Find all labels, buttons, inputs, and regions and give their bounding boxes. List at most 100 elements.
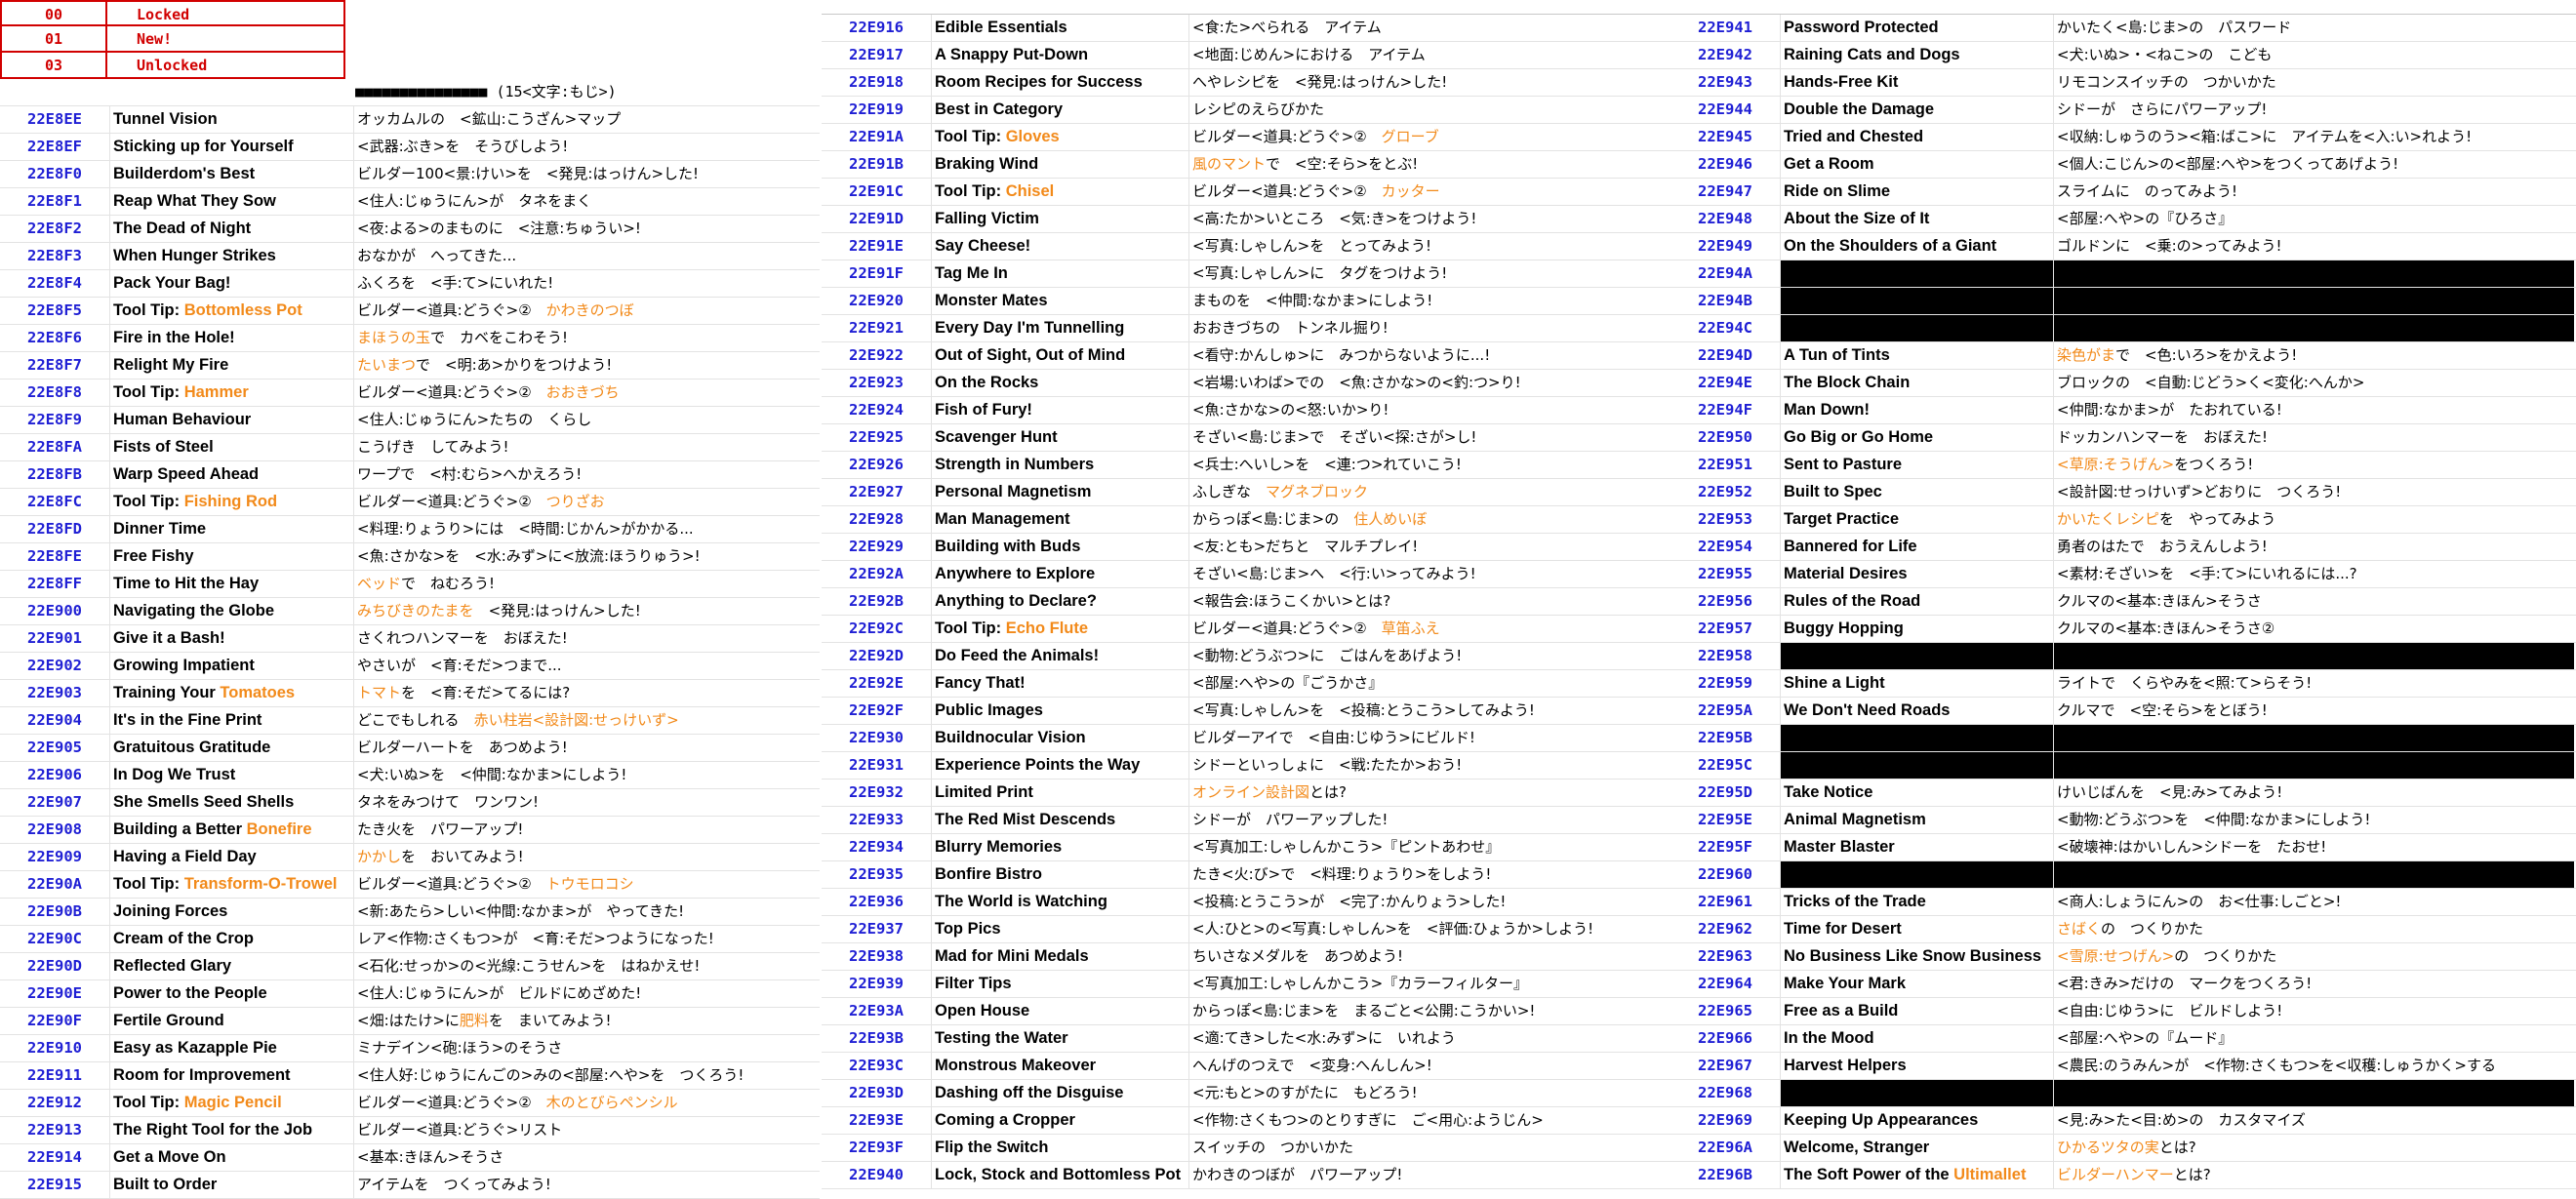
table-row[interactable]: 22E92F Public Images <写真:しゃしん>を <投稿:とうこう>し…: [822, 698, 1670, 725]
table-row[interactable]: 22E949 On the Shoulders of a Giant ゴルドンに <…: [1670, 233, 2576, 260]
table-row[interactable]: 22E91D Falling Victim <高:たか>いところ <気:き>をつけよ…: [822, 206, 1670, 233]
table-row[interactable]: 22E8FA Fists of Steel こうげき してみよう!: [0, 434, 820, 461]
table-row[interactable]: 22E920 Monster Mates まものを <仲間:なかま>にしよう!: [822, 288, 1670, 315]
table-row[interactable]: 22E956 Rules of the Road クルマの<基本:きほん>そうさ: [1670, 588, 2576, 616]
table-row[interactable]: 22E952 Built to Spec <設計図:せっけいず>どおりに つくろう!: [1670, 479, 2576, 506]
table-row[interactable]: 22E90B Joining Forces <新:あたら>しい<仲間:なかま>が や…: [0, 899, 820, 926]
table-row[interactable]: 22E936 The World is Watching <投稿:とうこう>が <完…: [822, 889, 1670, 916]
table-row[interactable]: 22E933 The Red Mist Descends シドーが パワーアップした…: [822, 807, 1670, 834]
table-row[interactable]: 22E92A Anywhere to Explore そざい<島:じま>へ <行:い…: [822, 561, 1670, 588]
table-row[interactable]: 22E8F4 Pack Your Bag! ふくろを <手:て>にいれた!: [0, 270, 820, 298]
table-row[interactable]: 22E930 Buildnocular Vision ビルダーアイで <自由:じゆう…: [822, 725, 1670, 752]
table-row[interactable]: 22E8FE Free Fishy <魚:さかな>を <水:みず>に<放流:ほうりゅ…: [0, 543, 820, 571]
table-row[interactable]: 22E924 Fish of Fury! <魚:さかな>の<怒:いか>り!: [822, 397, 1670, 424]
table-row[interactable]: 22E963 No Business Like Snow Business <雪原:…: [1670, 943, 2576, 971]
table-row[interactable]: 22E912 Tool Tip: Magic Pencil ビルダー<道具:どうぐ>…: [0, 1090, 820, 1117]
table-row[interactable]: 22E929 Building with Buds <友:とも>だちと マルチプレイ…: [822, 534, 1670, 561]
table-row[interactable]: 22E911 Room for Improvement <住人好:じゅうにんごの>み…: [0, 1062, 820, 1090]
table-row[interactable]: 22E938 Mad for Mini Medals ちいさなメダルを あつめよう!: [822, 943, 1670, 971]
table-row[interactable]: 22E94F Man Down! <仲間:なかま>が たおれている!: [1670, 397, 2576, 424]
table-row[interactable]: 22E8EF Sticking up for Yourself <武器:ぶき>を そ…: [0, 134, 820, 161]
table-row[interactable]: 22E903 Training Your Tomatoes トマトを <育:そだ>て…: [0, 680, 820, 707]
table-row[interactable]: 22E96B The Soft Power of the Ultimallet ビル…: [1670, 1162, 2576, 1189]
table-row[interactable]: 22E948 About the Size of It <部屋:へや>の『ひろさ』: [1670, 206, 2576, 233]
table-row[interactable]: 22E945 Tried and Chested <収納:しゅうのう><箱:ばこ>に…: [1670, 124, 2576, 151]
table-row[interactable]: 22E905 Gratuitous Gratitude ビルダーハートを あつめよう…: [0, 735, 820, 762]
table-row[interactable]: 22E8FD Dinner Time <料理:りょうり>には <時間:じかん>がかか…: [0, 516, 820, 543]
table-row[interactable]: 22E932 Limited Print オンライン設計図とは?: [822, 779, 1670, 807]
table-row[interactable]: 22E93E Coming a Cropper <作物:さくもつ>のとりすぎに ご<…: [822, 1107, 1670, 1135]
table-row[interactable]: 22E95C: [1670, 752, 2576, 779]
table-row[interactable]: 22E954 Bannered for Life 勇者のはたで おうえんしよう!: [1670, 534, 2576, 561]
table-row[interactable]: 22E95E Animal Magnetism <動物:どうぶつ>を <仲間:なかま…: [1670, 807, 2576, 834]
table-row[interactable]: 22E8F2 The Dead of Night <夜:よる>のまものに <注意:ち…: [0, 216, 820, 243]
table-row[interactable]: 22E953 Target Practice かいたくレシピを やってみよう: [1670, 506, 2576, 534]
table-row[interactable]: 22E919 Best in Category レシピのえらびかた: [822, 97, 1670, 124]
table-row[interactable]: 22E8FC Tool Tip: Fishing Rod ビルダー<道具:どうぐ>②…: [0, 489, 820, 516]
table-row[interactable]: 22E939 Filter Tips <写真加工:しゃしんかこう>『カラーフィルター…: [822, 971, 1670, 998]
table-row[interactable]: 22E90D Reflected Glary <石化:せっか>の<光線:こうせん>を…: [0, 953, 820, 980]
table-row[interactable]: 22E921 Every Day I'm Tunnelling おおきづちの トンネ…: [822, 315, 1670, 342]
table-row[interactable]: 22E922 Out of Sight, Out of Mind <看守:かんしゅ>…: [822, 342, 1670, 370]
table-row[interactable]: 22E925 Scavenger Hunt そざい<島:じま>で そざい<探:さが>…: [822, 424, 1670, 452]
table-row[interactable]: 22E960: [1670, 861, 2576, 889]
table-row[interactable]: 22E93D Dashing off the Disguise <元:もと>のすがた…: [822, 1080, 1670, 1107]
table-row[interactable]: 22E94B: [1670, 288, 2576, 315]
table-row[interactable]: 22E92E Fancy That! <部屋:へや>の『ごうかさ』: [822, 670, 1670, 698]
table-row[interactable]: 22E942 Raining Cats and Dogs <犬:いぬ>・<ねこ>の …: [1670, 42, 2576, 69]
table-row[interactable]: 22E8F9 Human Behaviour <住人:じゅうにん>たちの くらし: [0, 407, 820, 434]
table-row[interactable]: 22E934 Blurry Memories <写真加工:しゃしんかこう>『ピントあ…: [822, 834, 1670, 861]
table-row[interactable]: 22E90F Fertile Ground <畑:はたけ>に肥料を まいてみよう!: [0, 1008, 820, 1035]
table-row[interactable]: 22E965 Free as a Build <自由:じゆう>に ビルドしよう!: [1670, 998, 2576, 1025]
table-row[interactable]: 22E969 Keeping Up Appearances <見:み>た<目:め>の…: [1670, 1107, 2576, 1135]
table-row[interactable]: 22E946 Get a Room <個人:こじん>の<部屋:へや>をつくってあげよ…: [1670, 151, 2576, 179]
table-row[interactable]: 22E94A: [1670, 260, 2576, 288]
table-row[interactable]: 22E93C Monstrous Makeover へんげのつえで <変身:へんしん…: [822, 1053, 1670, 1080]
table-row[interactable]: 22E91F Tag Me In <写真:しゃしん>に タグをつけよう!: [822, 260, 1670, 288]
table-row[interactable]: 22E959 Shine a Light ライトで くらやみを<照:て>らそう!: [1670, 670, 2576, 698]
table-row[interactable]: 22E8F6 Fire in the Hole! まほうの玉で カベをこわそう!: [0, 325, 820, 352]
table-row[interactable]: 22E906 In Dog We Trust <犬:いぬ>を <仲間:なかま>にしよ…: [0, 762, 820, 789]
table-row[interactable]: 22E957 Buggy Hopping クルマの<基本:きほん>そうさ②: [1670, 616, 2576, 643]
table-row[interactable]: 22E8F8 Tool Tip: Hammer ビルダー<道具:どうぐ>② おおきづ…: [0, 380, 820, 407]
table-row[interactable]: 22E94D A Tun of Tints 染色がまで <色:いろ>をかえよう!: [1670, 342, 2576, 370]
table-row[interactable]: 22E968: [1670, 1080, 2576, 1107]
table-row[interactable]: 22E8F0 Builderdom's Best ビルダー100<景:けい>を <発…: [0, 161, 820, 188]
table-row[interactable]: 22E8EE Tunnel Vision オッカムルの <鉱山:こうざん>マップ: [0, 106, 820, 134]
table-row[interactable]: 22E92B Anything to Declare? <報告会:ほうこくかい>とは…: [822, 588, 1670, 616]
table-row[interactable]: 22E947 Ride on Slime スライムに のってみよう!: [1670, 179, 2576, 206]
table-row[interactable]: 22E92D Do Feed the Animals! <動物:どうぶつ>に ごはん…: [822, 643, 1670, 670]
table-row[interactable]: 22E95D Take Notice けいじばんを <見:み>てみよう!: [1670, 779, 2576, 807]
table-row[interactable]: 22E927 Personal Magnetism ふしぎな マグネブロック: [822, 479, 1670, 506]
table-row[interactable]: 22E943 Hands-Free Kit リモコンスイッチの つかいかた: [1670, 69, 2576, 97]
table-row[interactable]: 22E937 Top Pics <人:ひと>の<写真:しゃしん>を <評価:ひょうか…: [822, 916, 1670, 943]
table-row[interactable]: 22E910 Easy as Kazapple Pie ミナデイン<砲:ほう>のそう…: [0, 1035, 820, 1062]
table-row[interactable]: 22E931 Experience Points the Way シドーといっしょに…: [822, 752, 1670, 779]
table-row[interactable]: 22E951 Sent to Pasture <草原:そうげん>をつくろう!: [1670, 452, 2576, 479]
table-row[interactable]: 22E95B: [1670, 725, 2576, 752]
table-row[interactable]: 22E950 Go Big or Go Home ドッカンハンマーを おぼえた!: [1670, 424, 2576, 452]
table-row[interactable]: 22E8F3 When Hunger Strikes おなかが へってきた...: [0, 243, 820, 270]
table-row[interactable]: 22E8F7 Relight My Fire たいまつで <明:あ>かりをつけよう!: [0, 352, 820, 380]
table-row[interactable]: 22E94E The Block Chain ブロックの <自動:じどう>く<変化:…: [1670, 370, 2576, 397]
table-row[interactable]: 22E908 Building a Better Bonefire たき火を パワー…: [0, 817, 820, 844]
table-row[interactable]: 22E928 Man Management からっぽ<島:じま>の 住人めいぼ: [822, 506, 1670, 534]
table-row[interactable]: 22E916 Edible Essentials <食:た>べられる アイテム: [822, 15, 1670, 42]
table-row[interactable]: 22E91A Tool Tip: Gloves ビルダー<道具:どうぐ>② グローブ: [822, 124, 1670, 151]
table-row[interactable]: 22E90A Tool Tip: Transform-O-Trowel ビルダー<道…: [0, 871, 820, 899]
table-row[interactable]: 22E901 Give it a Bash! さくれつハンマーを おぼえた!: [0, 625, 820, 653]
table-row[interactable]: 22E92C Tool Tip: Echo Flute ビルダー<道具:どうぐ>② …: [822, 616, 1670, 643]
table-row[interactable]: 22E900 Navigating the Globe みちびきのたまを <発見:は…: [0, 598, 820, 625]
table-row[interactable]: 22E917 A Snappy Put-Down <地面:じめん>における アイテム: [822, 42, 1670, 69]
table-row[interactable]: 22E90E Power to the People <住人:じゅうにん>が ビルド…: [0, 980, 820, 1008]
table-row[interactable]: 22E904 It's in the Fine Print どこでもしれる 赤い柱岩…: [0, 707, 820, 735]
table-row[interactable]: 22E91B Braking Wind 風のマントで <空:そら>をとぶ!: [822, 151, 1670, 179]
table-row[interactable]: 22E96A Welcome, Stranger ひかるツタの実とは?: [1670, 1135, 2576, 1162]
table-row[interactable]: 22E907 She Smells Seed Shells タネをみつけて ワンワン…: [0, 789, 820, 817]
table-row[interactable]: 22E918 Room Recipes for Success へやレシピを <発見…: [822, 69, 1670, 97]
table-row[interactable]: 22E964 Make Your Mark <君:きみ>だけの マークをつくろう!: [1670, 971, 2576, 998]
table-row[interactable]: 22E961 Tricks of the Trade <商人:しょうにん>の お<仕…: [1670, 889, 2576, 916]
table-row[interactable]: 22E8F5 Tool Tip: Bottomless Pot ビルダー<道具:どう…: [0, 298, 820, 325]
table-row[interactable]: 22E926 Strength in Numbers <兵士:へいし>を <連:つ>…: [822, 452, 1670, 479]
table-row[interactable]: 22E8FB Warp Speed Ahead ワープで <村:むら>へかえろう!: [0, 461, 820, 489]
